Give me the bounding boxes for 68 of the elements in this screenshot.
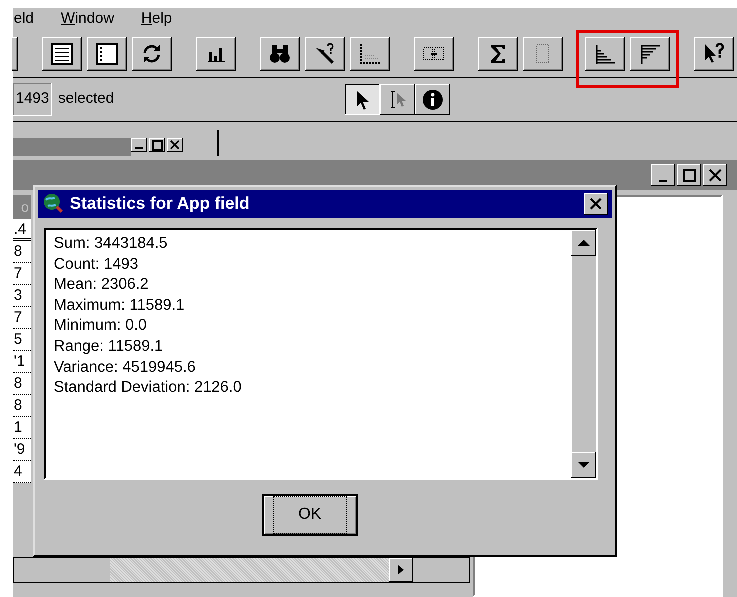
maximize-button[interactable] [149, 138, 165, 152]
table-cell: 7 [13, 263, 31, 285]
statistic-line: Count: 1493 [54, 254, 140, 275]
window-icon [95, 42, 119, 66]
maximize-icon [152, 140, 162, 150]
toolbar-button[interactable] [132, 36, 172, 70]
close-icon [588, 196, 604, 212]
column-header: o [13, 195, 31, 219]
table-cell: 8 [13, 395, 31, 417]
close-button[interactable] [584, 193, 608, 215]
minimize-icon [659, 180, 667, 182]
table-cell: '1 [13, 351, 31, 373]
menu-item[interactable]: Help [140, 8, 184, 30]
scroll-down-button[interactable] [571, 452, 596, 478]
help-pointer-icon [702, 42, 726, 66]
table-cell: 4 [13, 461, 31, 483]
minimize-icon [135, 147, 143, 149]
table-cell: 5 [13, 329, 31, 351]
statistic-line: Maximum: 11589.1 [54, 296, 186, 316]
selection-count: 1493 [13, 83, 52, 116]
toolbar-button[interactable] [42, 36, 82, 70]
toolbar-button[interactable] [585, 36, 625, 70]
horizontal-scrollbar[interactable] [13, 557, 470, 583]
toolbar-button[interactable] [630, 36, 670, 70]
table-cell: 3 [13, 285, 31, 307]
statistic-line: Mean: 2306.2 [54, 275, 150, 296]
up-arrow-icon [576, 237, 590, 249]
table-cell: 7 [13, 307, 31, 329]
toolbar-button[interactable] [260, 36, 300, 70]
tool-button[interactable] [345, 84, 380, 115]
close-icon [170, 140, 180, 150]
maximize-icon [682, 168, 696, 182]
minimize-button[interactable] [131, 138, 147, 152]
table-cell: 8 [13, 373, 31, 395]
ok-button[interactable]: OK [262, 494, 358, 536]
statistic-line: Range: 11589.1 [54, 336, 164, 357]
info-icon [422, 88, 444, 110]
close-button[interactable] [703, 164, 727, 186]
minimize-button[interactable] [651, 164, 675, 186]
scroll-right-button[interactable] [389, 558, 413, 582]
table-cell: .4 [13, 219, 31, 241]
globe-icon [42, 193, 64, 215]
statistic-line: Variance: 4519945.6 [54, 358, 197, 378]
close-button[interactable] [167, 138, 183, 152]
menu-item[interactable]: Window [60, 8, 126, 30]
dialog-title: Statistics for App field [70, 193, 250, 216]
table-cell: '9 [13, 439, 31, 461]
maximize-button[interactable] [677, 164, 701, 186]
table-cell: 8 [13, 241, 31, 263]
scroll-up-button[interactable] [571, 230, 596, 256]
toolbar-button[interactable] [305, 36, 345, 70]
statistic-line: Standard Deviation: 2126.0 [54, 378, 243, 398]
toolbar-button[interactable] [478, 36, 518, 70]
toolbar-button[interactable] [196, 36, 236, 70]
statistic-line: Sum: 3443184.5 [54, 234, 169, 254]
table-cell: 1 [13, 417, 31, 439]
statistic-line: Minimum: 0.0 [54, 316, 148, 336]
down-arrow-icon [576, 459, 590, 471]
toolbar-button[interactable] [694, 36, 734, 70]
list-icon [50, 42, 74, 66]
toolbar-button[interactable] [414, 36, 454, 70]
graph-icon [358, 42, 382, 66]
close-icon [708, 168, 722, 182]
selection-label: selected [58, 89, 114, 110]
toolbar-button[interactable] [87, 36, 127, 70]
toolbar-button[interactable] [12, 36, 18, 70]
menu-item[interactable]: eld [13, 8, 46, 30]
toolbar-button[interactable] [350, 36, 390, 70]
